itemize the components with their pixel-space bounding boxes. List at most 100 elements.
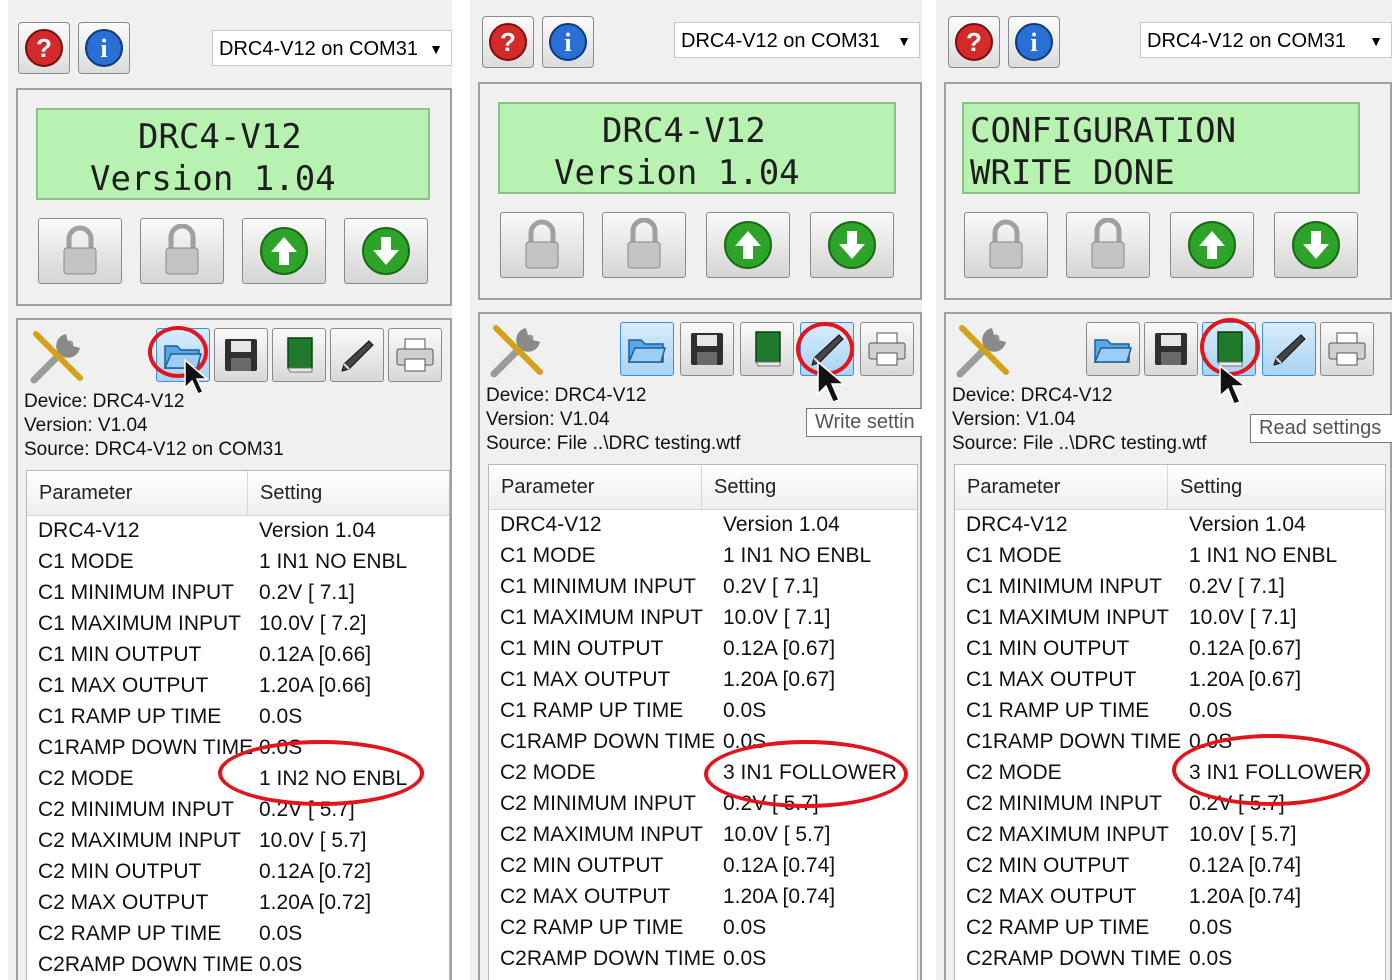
help-button[interactable]: ? bbox=[18, 22, 70, 74]
parameter-cell: C2 RAMP UP TIME bbox=[966, 916, 1150, 939]
parameter-cell: C2 MAXIMUM INPUT bbox=[38, 829, 242, 852]
table-row[interactable]: C1 MINIMUM INPUT 0.2V [ 7.1] bbox=[489, 571, 917, 602]
save-button[interactable] bbox=[680, 322, 734, 376]
com-port-select[interactable]: DRC4-V12 on COM31 ▼ bbox=[212, 30, 452, 66]
setting-cell: 1.20A [0.74] bbox=[723, 885, 836, 908]
print-button[interactable] bbox=[1320, 322, 1374, 376]
print-button[interactable] bbox=[388, 328, 442, 382]
download-button[interactable] bbox=[1274, 212, 1358, 278]
table-row[interactable]: C2 MAXIMUM INPUT 10.0V [ 5.7] bbox=[955, 819, 1385, 850]
table-row[interactable]: DRC4-V12 Version 1.04 bbox=[489, 509, 917, 540]
table-row[interactable]: C2 MAX OUTPUT 1.20A [0.74] bbox=[489, 881, 917, 912]
write-settings-button[interactable] bbox=[330, 328, 384, 382]
table-row[interactable]: DRC4-V12 Version 1.04 bbox=[27, 515, 449, 546]
floppy-icon bbox=[225, 339, 257, 371]
table-row[interactable]: C2 MAXIMUM INPUT 10.0V [ 5.7] bbox=[489, 819, 917, 850]
floppy-icon bbox=[691, 333, 723, 365]
save-button[interactable] bbox=[1144, 322, 1198, 376]
table-row[interactable]: C1 MAX OUTPUT 1.20A [0.67] bbox=[489, 664, 917, 695]
open-file-button[interactable] bbox=[620, 322, 674, 376]
table-row[interactable]: C1 MINIMUM INPUT 0.2V [ 7.1] bbox=[955, 571, 1385, 602]
table-row[interactable]: DRC4-V12 Version 1.04 bbox=[955, 509, 1385, 540]
upload-button[interactable] bbox=[242, 218, 326, 284]
table-row[interactable]: C2 MAX OUTPUT 1.20A [0.72] bbox=[27, 887, 449, 918]
info-icon: i bbox=[85, 29, 123, 67]
table-row[interactable]: C2 RAMP UP TIME 0.0S bbox=[955, 912, 1385, 943]
table-row[interactable]: C1 MODE 1 IN1 NO ENBL bbox=[27, 546, 449, 577]
table-row[interactable]: C1 RAMP UP TIME 0.0S bbox=[489, 695, 917, 726]
table-row[interactable]: C2 MIN OUTPUT 0.12A [0.74] bbox=[489, 850, 917, 881]
unlock-button[interactable] bbox=[140, 218, 224, 284]
com-port-select[interactable]: DRC4-V12 on COM31 ▼ bbox=[674, 22, 920, 58]
info-button[interactable]: i bbox=[78, 22, 130, 74]
column-header-parameter[interactable]: Parameter bbox=[27, 471, 247, 515]
parameter-cell: C2 MAX OUTPUT bbox=[38, 891, 209, 914]
lcd-line-2: Version 1.04 bbox=[90, 159, 336, 199]
table-header: Parameter Setting bbox=[489, 465, 917, 510]
setting-cell: 10.0V [ 7.1] bbox=[1189, 606, 1297, 629]
column-header-setting[interactable]: Setting bbox=[701, 465, 917, 509]
column-header-parameter[interactable]: Parameter bbox=[489, 465, 701, 509]
parameter-cell: C2 MIN OUTPUT bbox=[966, 854, 1130, 877]
info-button[interactable]: i bbox=[542, 16, 594, 68]
com-port-value: DRC4-V12 on COM31 bbox=[1147, 30, 1346, 52]
table-row[interactable]: C2 RAMP UP TIME 0.0S bbox=[489, 912, 917, 943]
table-row[interactable]: C2 MAX OUTPUT 1.20A [0.74] bbox=[955, 881, 1385, 912]
parameter-cell: C2 MINIMUM INPUT bbox=[966, 792, 1162, 815]
screen-3: ? i DRC4-V12 on COM31 ▼ CONFIGURATION WR… bbox=[936, 0, 1392, 980]
table-row[interactable]: C2RAMP DOWN TIME 0.0S bbox=[27, 949, 449, 980]
table-row[interactable]: C2 MIN OUTPUT 0.12A [0.72] bbox=[27, 856, 449, 887]
download-button[interactable] bbox=[344, 218, 428, 284]
table-row[interactable]: C2RAMP DOWN TIME 0.0S bbox=[489, 943, 917, 974]
info-icon: i bbox=[549, 23, 587, 61]
open-file-button[interactable] bbox=[1086, 322, 1140, 376]
read-settings-button[interactable] bbox=[740, 322, 794, 376]
unlock-button[interactable] bbox=[602, 212, 686, 278]
download-button[interactable] bbox=[810, 212, 894, 278]
lock-button[interactable] bbox=[38, 218, 122, 284]
device-label: Device: DRC4-V12 bbox=[952, 385, 1113, 406]
lock-button[interactable] bbox=[964, 212, 1048, 278]
mouse-cursor-icon bbox=[184, 358, 210, 395]
parameter-cell: C1 RAMP UP TIME bbox=[966, 699, 1150, 722]
table-row[interactable]: C1 MIN OUTPUT 0.12A [0.67] bbox=[955, 633, 1385, 664]
table-row[interactable]: C1 RAMP UP TIME 0.0S bbox=[27, 701, 449, 732]
table-row[interactable]: C2 MIN OUTPUT 0.12A [0.74] bbox=[955, 850, 1385, 881]
read-settings-button[interactable] bbox=[272, 328, 326, 382]
column-header-setting[interactable]: Setting bbox=[1167, 465, 1385, 509]
lock-button[interactable] bbox=[500, 212, 584, 278]
table-row[interactable]: C1 MAX OUTPUT 1.20A [0.66] bbox=[27, 670, 449, 701]
table-row[interactable]: C1 MODE 1 IN1 NO ENBL bbox=[955, 540, 1385, 571]
table-row[interactable]: C1 MAXIMUM INPUT 10.0V [ 7.1] bbox=[955, 602, 1385, 633]
help-button[interactable]: ? bbox=[482, 16, 534, 68]
com-port-select[interactable]: DRC4-V12 on COM31 ▼ bbox=[1140, 22, 1392, 58]
table-row[interactable]: C1 MIN OUTPUT 0.12A [0.66] bbox=[27, 639, 449, 670]
upload-button[interactable] bbox=[1170, 212, 1254, 278]
table-row[interactable]: C1 MAXIMUM INPUT 10.0V [ 7.2] bbox=[27, 608, 449, 639]
table-row[interactable]: C1 MODE 1 IN1 NO ENBL bbox=[489, 540, 917, 571]
unlock-button[interactable] bbox=[1066, 212, 1150, 278]
table-row[interactable]: C2RAMP DOWN TIME 0.0S bbox=[955, 943, 1385, 974]
print-button[interactable] bbox=[860, 322, 914, 376]
table-row[interactable]: C2 RAMP UP TIME 0.0S bbox=[27, 918, 449, 949]
table-row[interactable]: C2 MAXIMUM INPUT 10.0V [ 5.7] bbox=[27, 825, 449, 856]
table-row[interactable]: C1 RAMP UP TIME 0.0S bbox=[955, 695, 1385, 726]
parameter-cell: C1 MAX OUTPUT bbox=[38, 674, 209, 697]
tools-icon bbox=[956, 325, 1009, 378]
device-label: Device: DRC4-V12 bbox=[486, 385, 647, 406]
version-label: Version: V1.04 bbox=[952, 409, 1076, 430]
book-icon bbox=[287, 337, 313, 373]
save-button[interactable] bbox=[214, 328, 268, 382]
setting-cell: 10.0V [ 5.7] bbox=[259, 829, 367, 852]
column-header-setting[interactable]: Setting bbox=[247, 471, 449, 515]
table-row[interactable]: C1 MAXIMUM INPUT 10.0V [ 7.1] bbox=[489, 602, 917, 633]
help-button[interactable]: ? bbox=[948, 16, 1000, 68]
table-row[interactable]: C1 MINIMUM INPUT 0.2V [ 7.1] bbox=[27, 577, 449, 608]
write-settings-button[interactable] bbox=[1262, 322, 1316, 376]
column-header-parameter[interactable]: Parameter bbox=[955, 465, 1167, 509]
upload-button[interactable] bbox=[706, 212, 790, 278]
table-row[interactable]: C1 MIN OUTPUT 0.12A [0.67] bbox=[489, 633, 917, 664]
table-row[interactable]: C1 MAX OUTPUT 1.20A [0.67] bbox=[955, 664, 1385, 695]
info-button[interactable]: i bbox=[1008, 16, 1060, 68]
com-port-value: DRC4-V12 on COM31 bbox=[219, 38, 418, 60]
